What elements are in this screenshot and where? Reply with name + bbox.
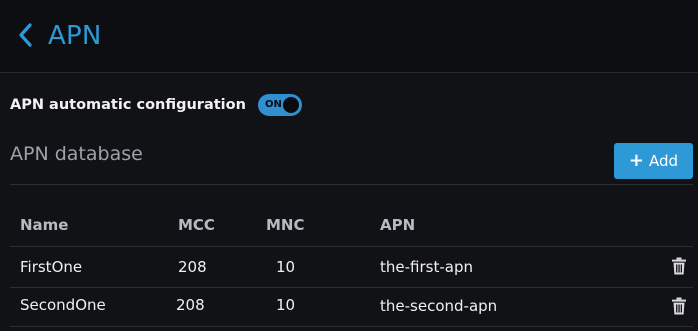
cell-mcc: 208 bbox=[178, 258, 207, 276]
cell-name: FirstOne bbox=[20, 258, 83, 276]
auto-config-row: APN automatic configuration ON bbox=[10, 93, 302, 117]
cell-name: SecondOne bbox=[20, 296, 106, 314]
toggle-state-text: ON bbox=[264, 99, 282, 110]
column-header-mnc: MNC bbox=[266, 216, 305, 234]
back-button[interactable] bbox=[12, 18, 38, 52]
page-title: APN bbox=[48, 21, 102, 51]
database-title: APN database bbox=[10, 143, 143, 165]
toggle-knob bbox=[282, 97, 299, 113]
cell-mcc: 208 bbox=[176, 296, 205, 314]
auto-config-label: APN automatic configuration bbox=[10, 97, 246, 113]
divider bbox=[10, 246, 693, 247]
column-header-name: Name bbox=[20, 216, 69, 234]
add-button-label: Add bbox=[649, 152, 679, 170]
divider bbox=[10, 287, 693, 288]
apn-screen: APN APN automatic configuration ON APN d… bbox=[0, 0, 698, 331]
plus-icon: + bbox=[628, 150, 645, 171]
trash-icon[interactable] bbox=[671, 257, 687, 275]
column-header-mcc: MCC bbox=[178, 216, 215, 234]
header-bar: APN bbox=[0, 0, 698, 73]
cell-apn: the-first-apn bbox=[380, 258, 473, 276]
add-button[interactable]: + Add bbox=[614, 143, 693, 179]
divider bbox=[10, 326, 693, 327]
trash-icon[interactable] bbox=[671, 297, 687, 315]
divider bbox=[10, 184, 693, 185]
column-header-apn: APN bbox=[380, 216, 416, 234]
auto-config-toggle[interactable]: ON bbox=[257, 94, 302, 116]
cell-mnc: 10 bbox=[276, 296, 296, 314]
cell-mnc: 10 bbox=[276, 258, 296, 276]
chevron-left-icon bbox=[19, 23, 32, 47]
cell-apn: the-second-apn bbox=[380, 297, 498, 315]
